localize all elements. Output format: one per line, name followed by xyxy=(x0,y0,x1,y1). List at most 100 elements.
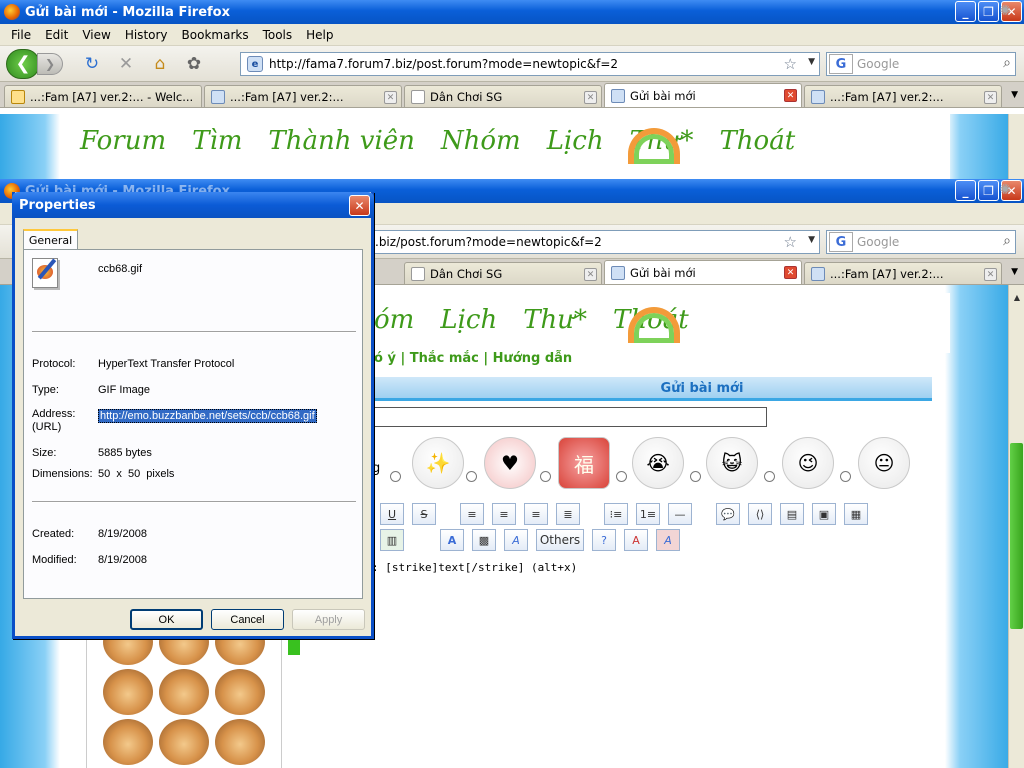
forum-link-groups[interactable]: Nhóm xyxy=(441,126,521,156)
monkey-emoticon-9[interactable] xyxy=(215,719,265,765)
url-dropdown-icon[interactable]: ▼ xyxy=(808,235,815,245)
ok-button[interactable]: OK xyxy=(130,609,203,630)
subject-input[interactable] xyxy=(372,407,767,427)
align-right-button[interactable]: ≡ xyxy=(524,503,548,525)
code-button[interactable]: ⟨⟩ xyxy=(748,503,772,525)
search-bar[interactable]: G Google ⌕ xyxy=(826,230,1016,254)
scroll-up-arrow[interactable]: ▲ xyxy=(1009,293,1024,307)
menu-history[interactable]: History xyxy=(118,28,175,42)
emoticon-radio-1[interactable] xyxy=(390,471,401,482)
underline-button[interactable]: U xyxy=(380,503,404,525)
address-value[interactable]: http://emo.buzzbanbe.net/sets/ccb/ccb68.… xyxy=(98,409,317,423)
monkey-emoticon-8[interactable] xyxy=(159,719,209,765)
menu-file[interactable]: File xyxy=(4,28,38,42)
google-engine-icon[interactable]: G xyxy=(829,232,853,252)
emoticon-radio-4[interactable] xyxy=(616,471,627,482)
bookmark-star-icon[interactable]: ☆ xyxy=(784,233,797,251)
menu-tools[interactable]: Tools xyxy=(256,28,300,42)
google-engine-icon[interactable]: G xyxy=(829,54,853,74)
forum-link-search[interactable]: Tìm xyxy=(192,126,242,156)
menu-edit[interactable]: Edit xyxy=(38,28,75,42)
emoticon-radio-7[interactable] xyxy=(840,471,851,482)
tab-list-dropdown-icon[interactable]: ▼ xyxy=(1011,90,1018,100)
apply-button[interactable]: Apply xyxy=(292,609,365,630)
forum-subnav[interactable]: ó ý | Thắc mắc | Hướng dẫn xyxy=(374,351,572,366)
forward-button[interactable]: ❯ xyxy=(37,52,63,75)
help-button[interactable]: ? xyxy=(592,529,616,551)
tab-dan-choi-sg[interactable]: Dân Chơi SG ✕ xyxy=(404,262,602,284)
horizontal-rule-button[interactable]: — xyxy=(668,503,692,525)
tab-fam[interactable]: ...:Fam [A7] ver.2:... ✕ xyxy=(804,262,1002,284)
dialog-close-button[interactable]: ✕ xyxy=(349,195,370,216)
table-button[interactable]: ▤ xyxy=(780,503,804,525)
menu-bookmarks[interactable]: Bookmarks xyxy=(175,28,256,42)
tab-close-icon[interactable]: ✕ xyxy=(784,266,797,279)
clear-format-button[interactable]: A xyxy=(624,529,648,551)
align-left-button[interactable]: ≡ xyxy=(460,503,484,525)
menu-view[interactable]: View xyxy=(75,28,117,42)
tab-close-icon[interactable]: ✕ xyxy=(384,91,397,104)
forum-link-calendar[interactable]: Lịch xyxy=(547,126,604,156)
emoticon-radio-2[interactable] xyxy=(466,471,477,482)
scroll-thumb[interactable] xyxy=(1010,443,1023,629)
strike-button[interactable]: S xyxy=(412,503,436,525)
quote-button[interactable]: 💬 xyxy=(716,503,740,525)
font-style-button[interactable]: A xyxy=(504,529,528,551)
home-icon[interactable]: ⌂ xyxy=(149,53,171,75)
monkey-emoticon-4[interactable] xyxy=(103,669,153,715)
tab-fam-welcome[interactable]: ...:Fam [A7] ver.2:... - Welc... xyxy=(4,85,202,107)
justify-button[interactable]: ≣ xyxy=(556,503,580,525)
bookmark-star-icon[interactable]: ☆ xyxy=(784,55,797,73)
forum-link-logout[interactable]: Thoát xyxy=(719,126,795,156)
bullet-list-button[interactable]: ⁝≡ xyxy=(604,503,628,525)
search-bar[interactable]: G Google ⌕ xyxy=(826,52,1016,76)
tab-close-icon[interactable]: ✕ xyxy=(784,89,797,102)
url-dropdown-icon[interactable]: ▼ xyxy=(808,57,815,67)
monkey-emoticon-6[interactable] xyxy=(215,669,265,715)
tab-fam-2[interactable]: ...:Fam [A7] ver.2:... ✕ xyxy=(804,85,1002,107)
forum-link-members[interactable]: Thành viên xyxy=(268,126,414,156)
back-window-titlebar[interactable]: Gửi bài mới - Mozilla Firefox _ ❐ ✕ xyxy=(0,0,1024,24)
media-button[interactable]: ▦ xyxy=(844,503,868,525)
url-bar[interactable]: e http://fama7.forum7.biz/post.forum?mod… xyxy=(240,52,820,76)
color-button[interactable]: ▩ xyxy=(472,529,496,551)
minimize-button[interactable]: _ xyxy=(955,180,976,201)
tab-fam[interactable]: ...:Fam [A7] ver.2:... ✕ xyxy=(204,85,402,107)
monkey-emoticon-5[interactable] xyxy=(159,669,209,715)
front-vertical-scrollbar[interactable]: ▲ xyxy=(1008,293,1024,768)
tab-gui-bai-moi[interactable]: Gửi bài mới ✕ xyxy=(604,83,802,107)
tab-close-icon[interactable]: ✕ xyxy=(984,91,997,104)
minimize-button[interactable]: _ xyxy=(955,1,976,22)
tab-general[interactable]: General xyxy=(23,229,78,250)
tab-gui-bai-moi[interactable]: Gửi bài mới ✕ xyxy=(604,260,802,284)
reload-icon[interactable]: ↻ xyxy=(81,53,103,75)
search-icon[interactable]: ⌕ xyxy=(1003,233,1011,249)
forum-link-calendar[interactable]: Lịch xyxy=(440,305,497,335)
stop-icon[interactable]: ✕ xyxy=(115,53,137,75)
tab-close-icon[interactable]: ✕ xyxy=(584,91,597,104)
emoticon-radio-6[interactable] xyxy=(764,471,775,482)
align-center-button[interactable]: ≡ xyxy=(492,503,516,525)
others-button[interactable]: Others xyxy=(536,529,584,551)
tab-dan-choi-sg[interactable]: Dân Chơi SG ✕ xyxy=(404,85,602,107)
tab-list-dropdown-icon[interactable]: ▼ xyxy=(1011,267,1018,277)
search-icon[interactable]: ⌕ xyxy=(1003,55,1011,71)
tab-close-icon[interactable]: ✕ xyxy=(584,268,597,281)
image-button[interactable]: ▣ xyxy=(812,503,836,525)
film-button[interactable]: ▥ xyxy=(380,529,404,551)
dialog-titlebar[interactable]: Properties ✕ xyxy=(12,192,374,218)
emoticon-radio-5[interactable] xyxy=(690,471,701,482)
font-button[interactable]: A xyxy=(440,529,464,551)
addon-icon[interactable]: ✿ xyxy=(183,53,205,75)
tab-close-icon[interactable]: ✕ xyxy=(984,268,997,281)
forum-link-groups[interactable]: óm xyxy=(374,305,414,335)
cancel-button[interactable]: Cancel xyxy=(211,609,284,630)
monkey-emoticon-7[interactable] xyxy=(103,719,153,765)
bbcode-toggle-button[interactable]: A xyxy=(656,529,680,551)
forum-link-forum[interactable]: Forum xyxy=(80,126,166,156)
forum-link-messages[interactable]: Thư* xyxy=(523,305,587,335)
back-button[interactable]: ❮ xyxy=(6,48,40,79)
emoticon-radio-3[interactable] xyxy=(540,471,551,482)
numbered-list-button[interactable]: 1≡ xyxy=(636,503,660,525)
menu-help[interactable]: Help xyxy=(299,28,340,42)
